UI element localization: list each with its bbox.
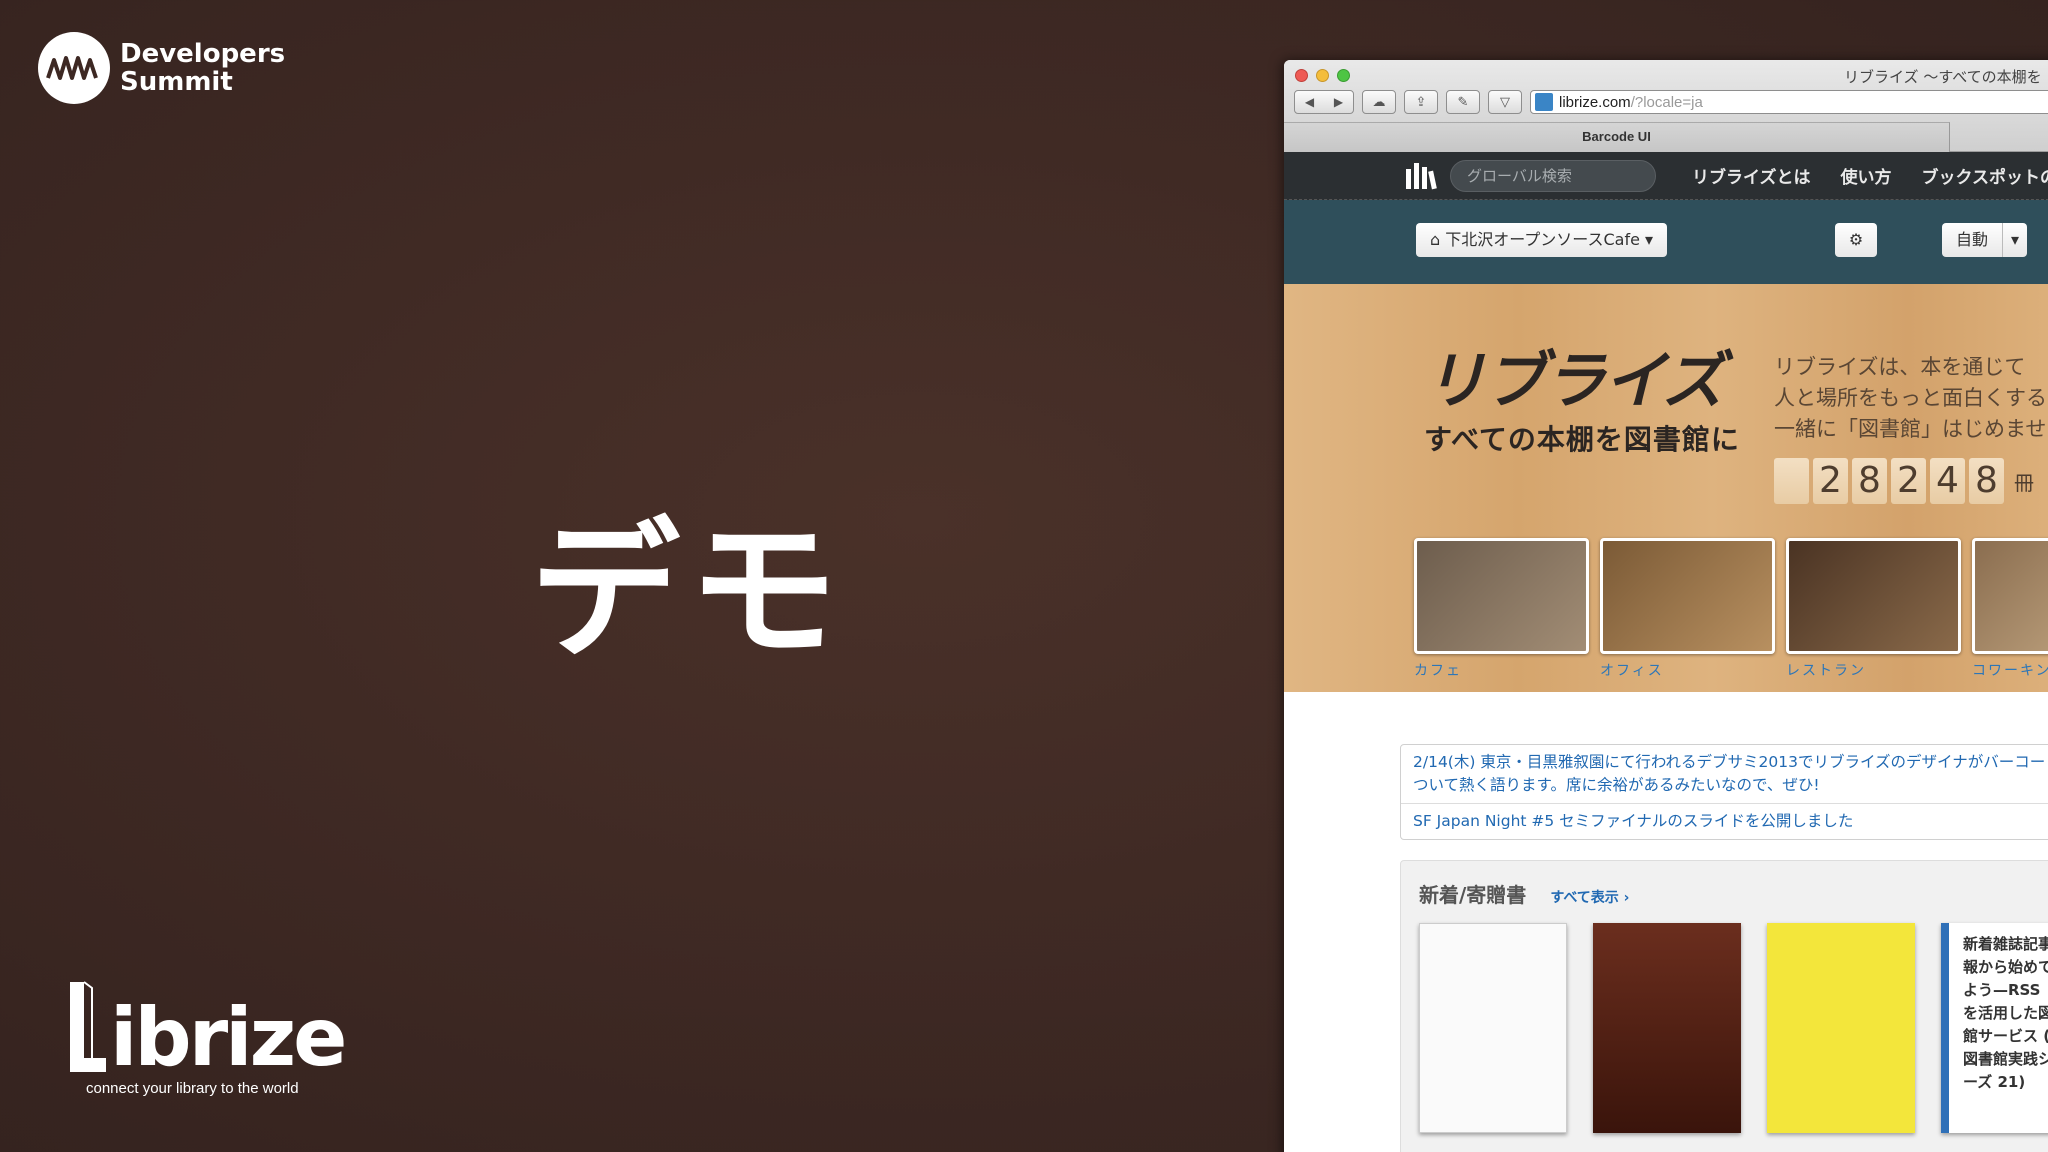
forward-arrow-icon[interactable]: ▶	[1324, 95, 1353, 109]
window-controls	[1295, 69, 1350, 82]
back-arrow-icon[interactable]: ◀	[1295, 95, 1324, 109]
thumb-label: カフェ	[1414, 663, 1462, 679]
home-icon: ⌂	[1430, 230, 1441, 249]
slide-title: デモ	[530, 505, 847, 679]
pocket-icon: ▽	[1500, 94, 1510, 110]
counter-digit: 2	[1813, 458, 1848, 504]
news-list: 2/14(木) 東京・目黒雅叙園にて行われるデブサミ2013でリブライズのデザイ…	[1400, 744, 2048, 840]
show-all-link[interactable]: すべて表示 ›	[1550, 887, 1629, 907]
hero-logo-sub: すべての本棚を図書館に	[1424, 423, 1740, 456]
thumb-label: コワーキング	[1972, 663, 2048, 679]
book-title-line: ーズ 21)	[1963, 1073, 2026, 1091]
book-list: 新着雑誌記事 報から始めて よう—RSS を活用した図 館サービス ( 図書館実…	[1419, 923, 2048, 1133]
counter-digit	[1774, 458, 1809, 504]
place-selector-button[interactable]: ⌂ 下北沢オープンソースCafe ▾	[1416, 223, 1668, 257]
close-window-button[interactable]	[1295, 69, 1308, 82]
new-books-panel: 新着/寄贈書 すべて表示 › 新着雑誌記事 報から始めて よう—RSS を活用し…	[1400, 860, 2048, 1152]
book-title-line: よう—RSS	[1963, 981, 2041, 999]
thumb-coworking[interactable]: コワーキング	[1972, 538, 2048, 680]
share-icon: ⇪	[1415, 94, 1427, 110]
office-photo	[1600, 538, 1775, 654]
hero-banner: リブライズ すべての本棚を図書館に リブライズは、本を通じて 人と場所をもっと面…	[1284, 284, 2048, 692]
book-title-line: 館サービス (	[1963, 1027, 2048, 1045]
pocket-button[interactable]: ▽	[1488, 90, 1522, 114]
cafe-photo	[1414, 538, 1589, 654]
coworking-photo	[1972, 538, 2048, 654]
book-counter: 2 8 2 4 8 冊	[1774, 458, 2034, 504]
ds-logo-line1: Developers	[120, 39, 286, 69]
hero-line: リブライズは、本を通じて	[1774, 355, 2026, 379]
hero-line: 人と場所をもっと面白くする	[1774, 386, 2047, 410]
librize-wordmark: ibrize	[110, 991, 347, 1084]
counter-digit: 8	[1969, 458, 2004, 504]
nav-link-howto[interactable]: 使い方	[1841, 163, 1892, 188]
developers-summit-icon	[38, 32, 110, 104]
counter-digit: 2	[1891, 458, 1926, 504]
book-l-icon	[66, 978, 110, 1078]
zoom-window-button[interactable]	[1337, 69, 1350, 82]
browser-window: リブライズ 〜すべての本棚を ◀ ▶ ☁ ⇪ ✎ ▽ librize.com /…	[1284, 60, 2048, 1152]
counter-digit: 8	[1852, 458, 1887, 504]
thumb-label: レストラン	[1786, 663, 1866, 679]
minimize-window-button[interactable]	[1316, 69, 1329, 82]
share-button[interactable]: ⇪	[1404, 90, 1438, 114]
browser-toolbar: ◀ ▶ ☁ ⇪ ✎ ▽	[1294, 90, 1522, 114]
thumb-office[interactable]: オフィス	[1600, 538, 1775, 680]
place-bar: ⌂ 下北沢オープンソースCafe ▾ ⚙ 自動 ▾	[1284, 200, 2048, 284]
spot-category-thumbs: カフェ オフィス レストラン コワーキング	[1414, 538, 2048, 680]
book-title-line: 報から始めて	[1963, 958, 2048, 976]
tab-barcode-ui[interactable]: Barcode UI	[1284, 122, 1950, 152]
caret-down-icon: ▾	[1645, 230, 1654, 249]
auto-mode-label: 自動	[1956, 230, 1989, 249]
window-title: リブライズ 〜すべての本棚を	[1844, 68, 2042, 86]
caret-down-icon[interactable]: ▾	[2002, 223, 2027, 257]
counter-unit: 冊	[2014, 470, 2034, 495]
thumb-restaurant[interactable]: レストラン	[1786, 538, 1961, 680]
book-cover[interactable]	[1419, 923, 1567, 1133]
ds-logo-line2: Summit	[120, 67, 233, 97]
tab-strip: Barcode UI	[1284, 122, 2048, 152]
book-cover[interactable]: 新着雑誌記事 報から始めて よう—RSS を活用した図 館サービス ( 図書館実…	[1941, 923, 2048, 1133]
url-path: /?locale=ja	[1630, 93, 1703, 111]
hero-logo: リブライズ すべての本棚を図書館に	[1424, 350, 1740, 458]
developers-summit-logo: Developers Summit	[38, 32, 285, 104]
book-cover[interactable]	[1767, 923, 1915, 1133]
site-favicon-icon	[1535, 93, 1553, 111]
gear-icon: ⚙	[1848, 230, 1864, 249]
librize-logo: ibrize connect your library to the world	[66, 978, 347, 1097]
news-item-devsumi[interactable]: 2/14(木) 東京・目黒雅叙園にて行われるデブサミ2013でリブライズのデザイ…	[1401, 745, 2048, 803]
book-cover[interactable]	[1593, 923, 1741, 1133]
book-title-line: 新着雑誌記事	[1963, 935, 2048, 953]
settings-button[interactable]: ⚙	[1835, 223, 1877, 257]
site-navbar: グローバル検索 リブライズとは 使い方 ブックスポットの	[1284, 152, 2048, 200]
news-item-sf-japan-night[interactable]: SF Japan Night #5 セミファイナルのスライドを公開しました	[1401, 803, 2048, 839]
thumb-cafe[interactable]: カフェ	[1414, 538, 1589, 680]
icloud-tabs-button[interactable]: ☁	[1362, 90, 1396, 114]
auto-mode-button[interactable]: 自動 ▾	[1942, 223, 2028, 257]
wrench-icon: ✎	[1457, 94, 1469, 110]
counter-digit: 4	[1930, 458, 1965, 504]
tools-button[interactable]: ✎	[1446, 90, 1480, 114]
hero-logo-wordmark: リブライズ	[1424, 344, 1724, 417]
browser-titlebar: リブライズ 〜すべての本棚を ◀ ▶ ☁ ⇪ ✎ ▽ librize.com /…	[1284, 60, 2048, 152]
place-selector-label: 下北沢オープンソースCafe	[1445, 230, 1640, 249]
global-search-input[interactable]: グローバル検索	[1450, 159, 1656, 192]
nav-link-bookspot[interactable]: ブックスポットの	[1922, 163, 2048, 188]
librize-books-icon[interactable]	[1406, 162, 1437, 189]
url-domain: librize.com	[1559, 93, 1631, 111]
book-title-line: を活用した図	[1963, 1004, 2048, 1022]
books-section-title: 新着/寄贈書	[1419, 883, 1527, 907]
cloud-icon: ☁	[1372, 94, 1386, 110]
hero-intro: リブライズは、本を通じて 人と場所をもっと面白くする 一緒に「図書館」はじめませ	[1774, 352, 2047, 445]
restaurant-photo	[1786, 538, 1961, 654]
hero-line: 一緒に「図書館」はじめませ	[1774, 417, 2047, 441]
nav-link-about[interactable]: リブライズとは	[1692, 163, 1811, 188]
book-title-line: 図書館実践シ	[1963, 1050, 2048, 1068]
back-forward-buttons: ◀ ▶	[1294, 90, 1354, 114]
address-bar[interactable]: librize.com /?locale=ja	[1530, 90, 2048, 114]
thumb-label: オフィス	[1600, 663, 1664, 679]
